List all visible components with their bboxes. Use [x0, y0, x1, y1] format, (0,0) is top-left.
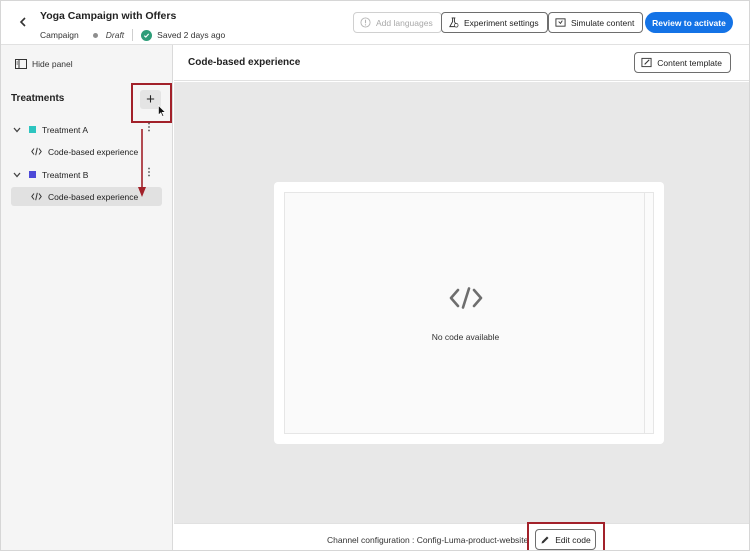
check-circle-icon [141, 29, 153, 41]
scrollbar[interactable] [644, 193, 653, 433]
code-preview-frame: No code available [284, 192, 654, 434]
treatments-heading: Treatments [11, 93, 65, 104]
content-template-label: Content template [657, 57, 722, 68]
beaker-icon [449, 17, 459, 28]
campaign-meta: Campaign Draft Saved 2 days ago [40, 29, 225, 41]
simulate-content-label: Simulate content [571, 17, 635, 28]
treatment-a-label: Treatment A [42, 124, 88, 135]
treatment-a-color-swatch [29, 126, 36, 133]
experiment-settings-label: Experiment settings [464, 17, 539, 28]
chevron-left-icon [19, 17, 26, 27]
add-languages-label: Add languages [376, 17, 433, 28]
experiment-settings-button[interactable]: Experiment settings [441, 12, 548, 33]
app-window: Yoga Campaign with Offers Campaign Draft… [0, 0, 750, 551]
content-title: Code-based experience [188, 57, 301, 68]
arrow-down-icon [138, 129, 146, 197]
preview-card: No code available [274, 182, 664, 444]
status-badge: Draft [105, 30, 125, 40]
chevron-down-icon[interactable] [13, 170, 23, 180]
saved-status: Saved 2 days ago [157, 30, 226, 40]
code-icon [31, 192, 42, 201]
footer-bar: Channel configuration : Config-Luma-prod… [174, 522, 749, 550]
alert-circle-icon [360, 17, 371, 28]
header-bar: Yoga Campaign with Offers Campaign Draft… [1, 1, 749, 45]
campaign-type: Campaign [40, 30, 79, 40]
panel-icon [15, 59, 27, 69]
empty-state-message: No code available [431, 332, 500, 342]
treatment-b-child-label: Code-based experience [48, 191, 139, 202]
channel-configuration: Channel configuration : Config-Luma-prod… [327, 535, 529, 545]
mouse-cursor-icon [158, 105, 166, 117]
treatment-b-label: Treatment B [42, 169, 89, 180]
treatments-panel: Hide panel Treatments + Treatment A ⋮ Co… [1, 45, 173, 550]
simulate-content-button[interactable]: Simulate content [548, 12, 644, 33]
back-button[interactable] [15, 14, 31, 30]
treatment-b-color-swatch [29, 171, 36, 178]
preview-canvas: No code available [174, 82, 749, 523]
highlight-box [527, 522, 605, 550]
hide-panel-label: Hide panel [32, 59, 73, 69]
chevron-down-icon[interactable] [13, 125, 23, 135]
divider [132, 29, 134, 41]
page-title: Yoga Campaign with Offers [40, 10, 177, 22]
template-icon [641, 57, 652, 68]
review-to-activate-button[interactable]: Review to activate [645, 12, 733, 33]
highlight-box [131, 83, 172, 123]
hide-panel-button[interactable]: Hide panel [15, 59, 73, 69]
content-header: Code-based experience Content template [174, 45, 749, 81]
code-icon [31, 147, 42, 156]
content-template-button[interactable]: Content template [634, 52, 731, 73]
simulate-icon [555, 18, 566, 27]
status-dot-icon [92, 32, 98, 38]
add-languages-button[interactable]: Add languages [353, 12, 442, 33]
code-icon [449, 287, 483, 309]
treatment-a-child-label: Code-based experience [48, 146, 139, 157]
